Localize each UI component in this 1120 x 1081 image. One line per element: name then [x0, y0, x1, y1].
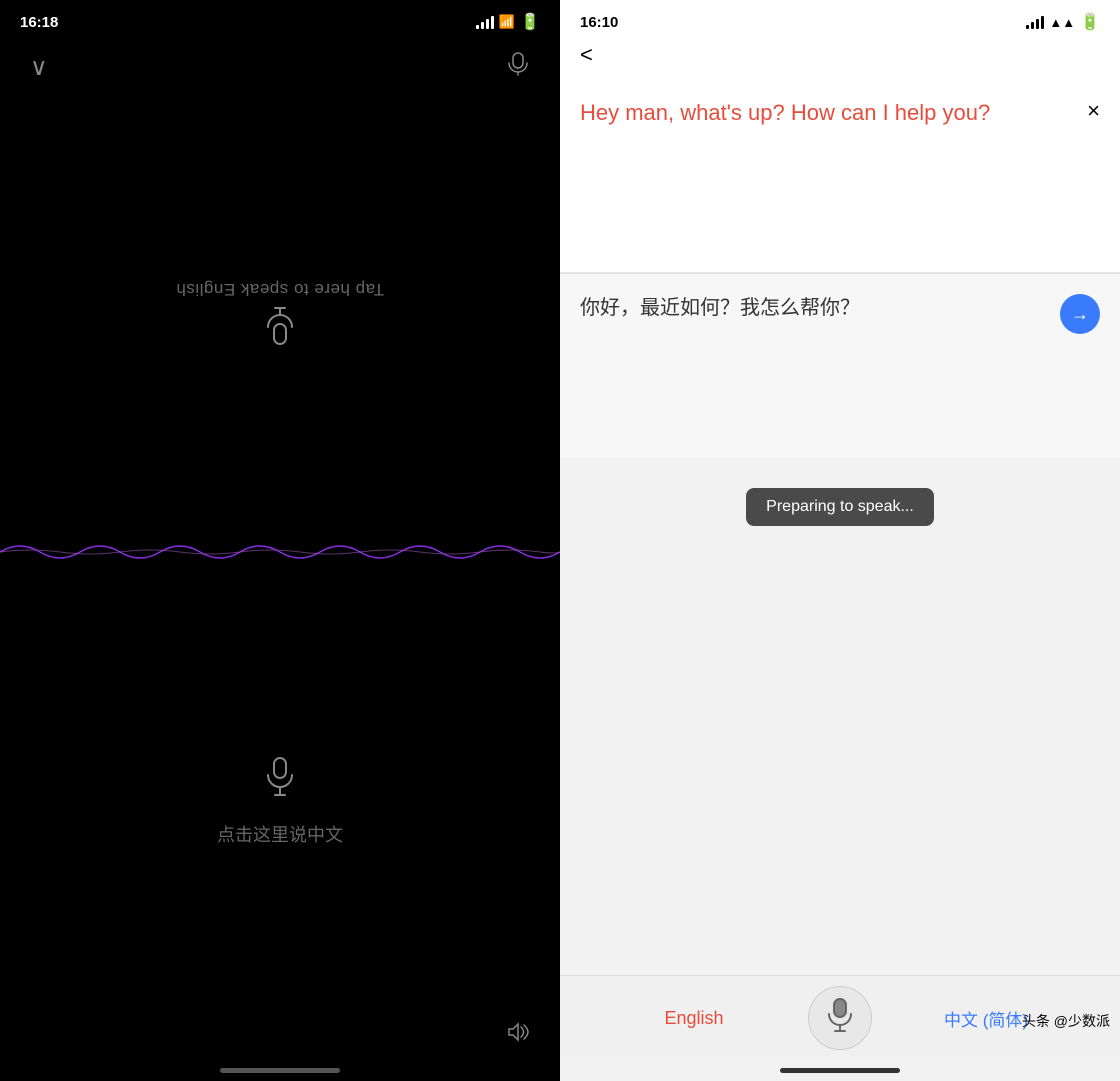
wifi-icon-right: ▲▲	[1049, 15, 1075, 30]
home-indicator-right	[780, 1068, 900, 1073]
home-indicator-left	[220, 1068, 340, 1073]
status-icons-right: ▲▲ 🔋	[1026, 12, 1100, 32]
english-section[interactable]: Tap here to speak English	[0, 82, 560, 522]
chinese-translated-text: 你好，最近如何？我怎么帮你？	[580, 294, 1060, 322]
signal-icon-right	[1026, 16, 1044, 29]
arrow-right-icon: →	[1071, 304, 1089, 325]
chevron-down-icon[interactable]: ∨	[30, 53, 48, 82]
nav-bar: <	[560, 32, 1120, 78]
status-bar-left: 16:18 📶 🔋	[0, 0, 560, 32]
translation-area: Hey man, what's up? How can I help you? …	[560, 78, 1120, 458]
english-language-button[interactable]: English	[580, 1000, 808, 1037]
volume-icon[interactable]	[506, 1022, 530, 1048]
preparing-container: Preparing to speak...	[560, 458, 1120, 536]
mic-icon-chinese[interactable]	[264, 757, 296, 805]
status-icons-left: 📶 🔋	[476, 12, 540, 32]
wifi-icon-left: 📶	[499, 14, 515, 30]
close-button[interactable]: ×	[1087, 98, 1100, 124]
mic-center-icon	[826, 998, 854, 1039]
back-button[interactable]: <	[580, 42, 593, 68]
center-mic-button[interactable]	[808, 986, 872, 1050]
chinese-section[interactable]: 点击这里说中文	[0, 582, 560, 1022]
left-panel: 16:18 📶 🔋 ∨	[0, 0, 560, 1081]
tap-text-english: Tap here to speak English	[176, 279, 384, 299]
chinese-translation-block: 你好，最近如何？我怎么帮你？ →	[560, 274, 1120, 458]
preparing-tooltip: Preparing to speak...	[746, 488, 934, 526]
battery-icon-left: 🔋	[520, 12, 540, 32]
left-bottom-bar	[0, 1022, 560, 1068]
play-arrow-button[interactable]: →	[1060, 294, 1100, 334]
status-bar-right: 16:10 ▲▲ 🔋	[560, 0, 1120, 32]
waveform	[0, 522, 560, 582]
time-left: 16:18	[20, 14, 58, 31]
time-right: 16:10	[580, 14, 618, 31]
right-panel: 16:10 ▲▲ 🔋 < Hey man, what's up? How can…	[560, 0, 1120, 1081]
mic-icon-english[interactable]	[265, 299, 295, 345]
battery-icon-right: 🔋	[1080, 12, 1100, 32]
signal-icon-left	[476, 16, 494, 29]
english-translation-block: Hey man, what's up? How can I help you? …	[560, 78, 1120, 273]
english-translated-text: Hey man, what's up? How can I help you?	[580, 98, 1077, 129]
left-top-icons: ∨	[0, 32, 560, 82]
voice-alt-icon[interactable]	[506, 52, 530, 82]
tap-text-chinese: 点击这里说中文	[217, 821, 343, 847]
watermark: 头条 @少数派	[1022, 1011, 1110, 1031]
